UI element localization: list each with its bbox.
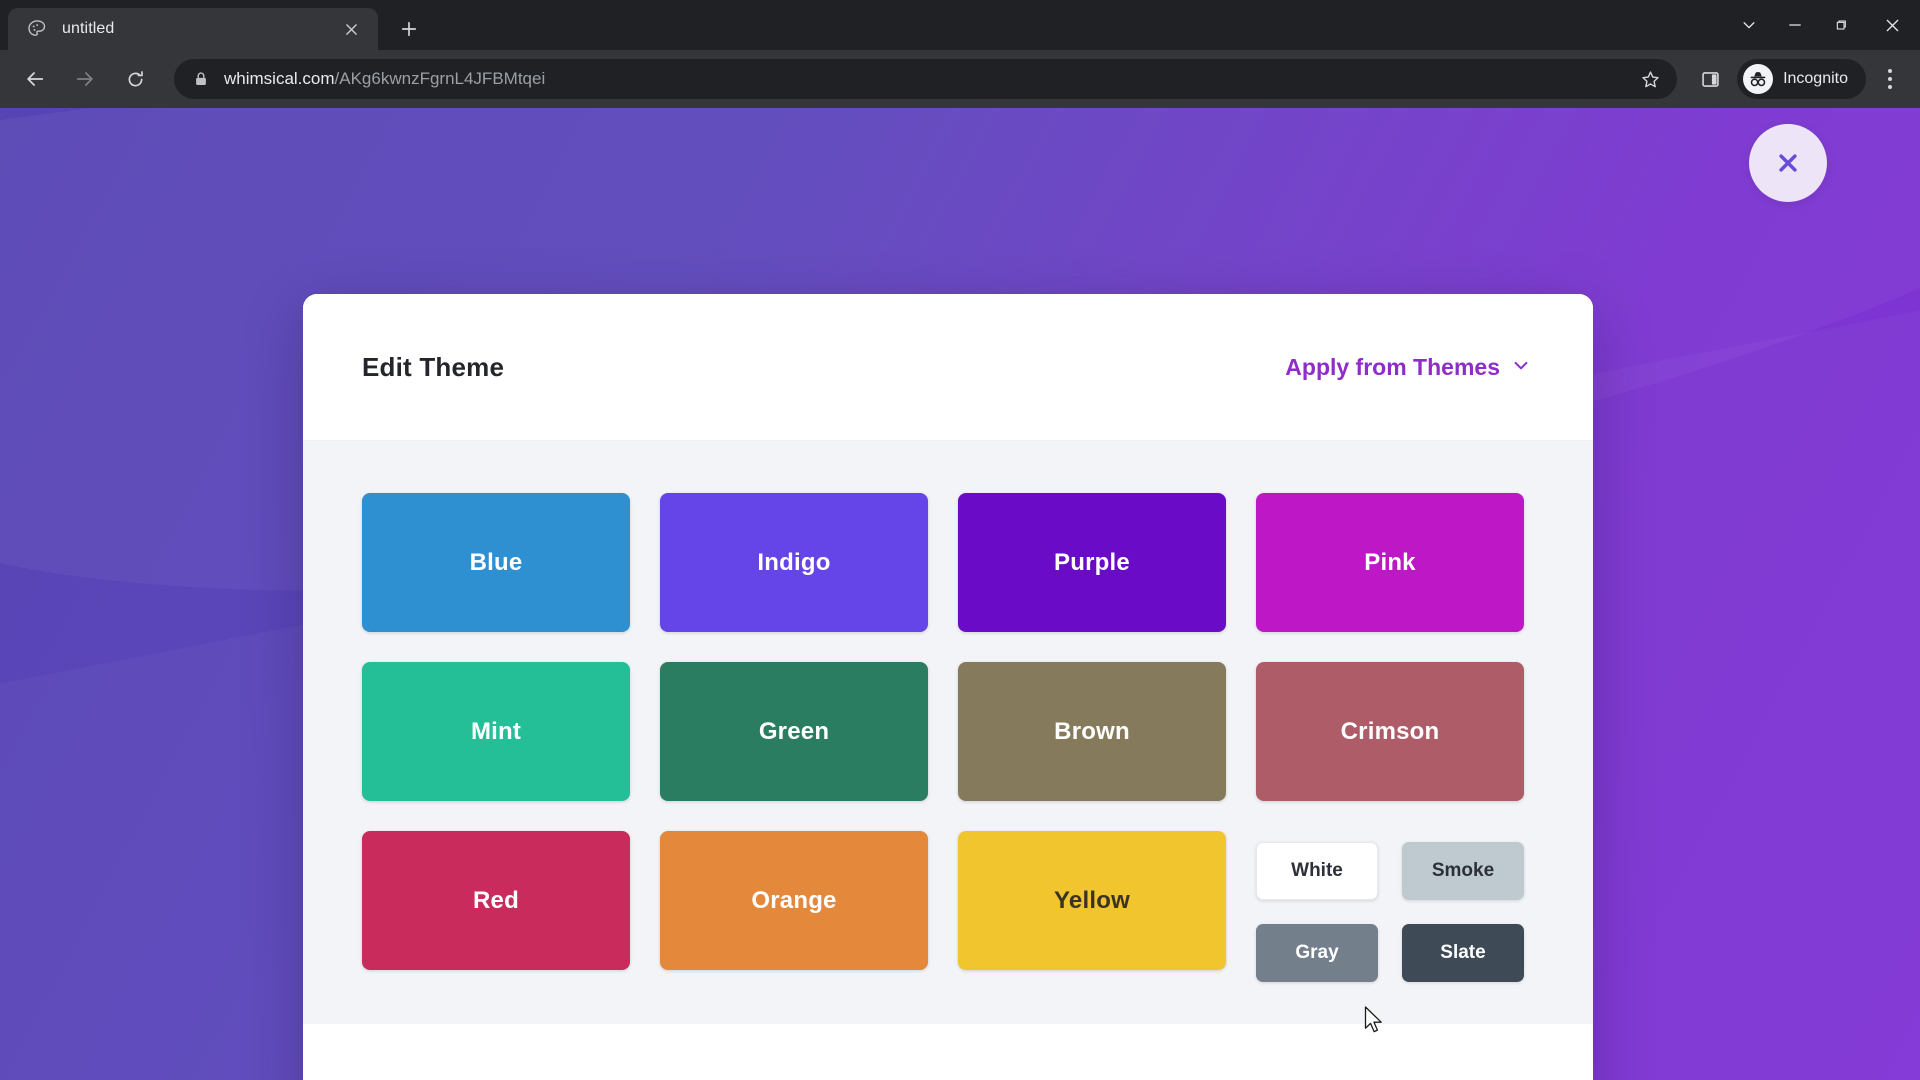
forward-button[interactable] <box>65 59 105 99</box>
tab-search-chevron-down-icon[interactable] <box>1726 0 1772 50</box>
apply-from-themes-button[interactable]: Apply from Themes <box>1285 354 1531 381</box>
tab-close-icon[interactable] <box>338 16 364 42</box>
palette-icon <box>26 18 48 40</box>
swatch-label: Yellow <box>1054 886 1130 914</box>
theme-swatch-green[interactable]: Green <box>660 662 928 801</box>
incognito-label: Incognito <box>1783 70 1848 87</box>
modal-footer <box>303 1024 1593 1080</box>
window-close-icon[interactable] <box>1864 0 1920 50</box>
theme-swatch-white[interactable]: White <box>1256 842 1378 900</box>
theme-swatch-gray[interactable]: Gray <box>1256 924 1378 982</box>
theme-swatch-pink[interactable]: Pink <box>1256 493 1524 632</box>
back-button[interactable] <box>15 59 55 99</box>
swatch-label: Slate <box>1440 942 1486 963</box>
url-text: whimsical.com/AKg6kwnzFgrnL4JFBMtqei <box>224 69 1633 89</box>
three-dots-menu-icon[interactable] <box>1870 59 1910 99</box>
swatch-row: Red Orange Yellow White Smoke Gray Slate <box>362 831 1534 982</box>
lock-icon <box>192 70 210 88</box>
modal-header: Edit Theme Apply from Themes <box>303 294 1593 441</box>
browser-toolbar: whimsical.com/AKg6kwnzFgrnL4JFBMtqei Inc… <box>0 50 1920 108</box>
theme-swatch-brown[interactable]: Brown <box>958 662 1226 801</box>
theme-swatch-orange[interactable]: Orange <box>660 831 928 970</box>
menu-dot <box>1888 77 1892 81</box>
swatch-label: Pink <box>1364 548 1416 576</box>
swatch-label: Mint <box>470 717 522 745</box>
minimize-icon[interactable] <box>1772 0 1818 50</box>
address-bar[interactable]: whimsical.com/AKg6kwnzFgrnL4JFBMtqei <box>174 59 1678 99</box>
swatch-label: Purple <box>1054 548 1130 576</box>
chevron-down-icon <box>1511 354 1531 381</box>
close-icon <box>1779 154 1797 172</box>
edit-theme-modal: Edit Theme Apply from Themes Blue Indigo… <box>303 294 1593 1080</box>
url-domain: whimsical.com <box>224 69 335 88</box>
swatch-label: Brown <box>1054 717 1130 745</box>
incognito-icon <box>1743 64 1774 94</box>
swatch-label: White <box>1291 860 1343 881</box>
swatch-label: Green <box>758 717 830 745</box>
theme-color-grid: Blue Indigo Purple Pink Mint Green Brown… <box>303 441 1593 1024</box>
maximize-icon[interactable] <box>1818 0 1864 50</box>
swatch-row: Blue Indigo Purple Pink <box>362 493 1534 632</box>
theme-swatch-yellow[interactable]: Yellow <box>958 831 1226 970</box>
browser-window: untitled whimsical.com/AKg6kwnzFgrnL4JFB… <box>0 0 1920 1080</box>
menu-dot <box>1888 69 1892 73</box>
theme-swatch-red[interactable]: Red <box>362 831 630 970</box>
url-path: /AKg6kwnzFgrnL4JFBMtqei <box>334 69 546 88</box>
swatch-label: Red <box>473 886 519 914</box>
theme-swatch-smoke[interactable]: Smoke <box>1402 842 1524 900</box>
theme-swatch-mint[interactable]: Mint <box>362 662 630 801</box>
theme-swatch-crimson[interactable]: Crimson <box>1256 662 1524 801</box>
swatch-label: Indigo <box>757 548 831 576</box>
swatch-label: Smoke <box>1431 860 1495 881</box>
theme-swatch-purple[interactable]: Purple <box>958 493 1226 632</box>
side-panel-icon[interactable] <box>1691 60 1729 98</box>
page-title: Edit Theme <box>362 351 505 382</box>
close-overlay-button[interactable] <box>1749 124 1827 202</box>
swatch-label: Orange <box>751 886 837 914</box>
theme-swatch-slate[interactable]: Slate <box>1402 924 1524 982</box>
bookmark-star-icon[interactable] <box>1633 62 1667 96</box>
new-tab-button[interactable] <box>392 12 426 46</box>
menu-dot <box>1888 85 1892 89</box>
theme-swatch-blue[interactable]: Blue <box>362 493 630 632</box>
swatch-label: Crimson <box>1340 717 1440 745</box>
swatch-label: Gray <box>1295 942 1339 963</box>
tab-title: untitled <box>62 20 115 37</box>
neutral-swatch-group: White Smoke Gray Slate <box>1256 831 1524 982</box>
window-controls <box>1726 0 1920 50</box>
reload-button[interactable] <box>115 59 155 99</box>
swatch-row: Mint Green Brown Crimson <box>362 662 1534 801</box>
browser-tab[interactable]: untitled <box>8 8 378 50</box>
incognito-indicator[interactable]: Incognito <box>1737 59 1866 99</box>
theme-swatch-indigo[interactable]: Indigo <box>660 493 928 632</box>
swatch-label: Blue <box>469 548 523 576</box>
page-canvas: Edit Theme Apply from Themes Blue Indigo… <box>0 108 1920 1080</box>
apply-from-themes-label: Apply from Themes <box>1285 353 1500 380</box>
tab-strip: untitled <box>0 0 1920 50</box>
